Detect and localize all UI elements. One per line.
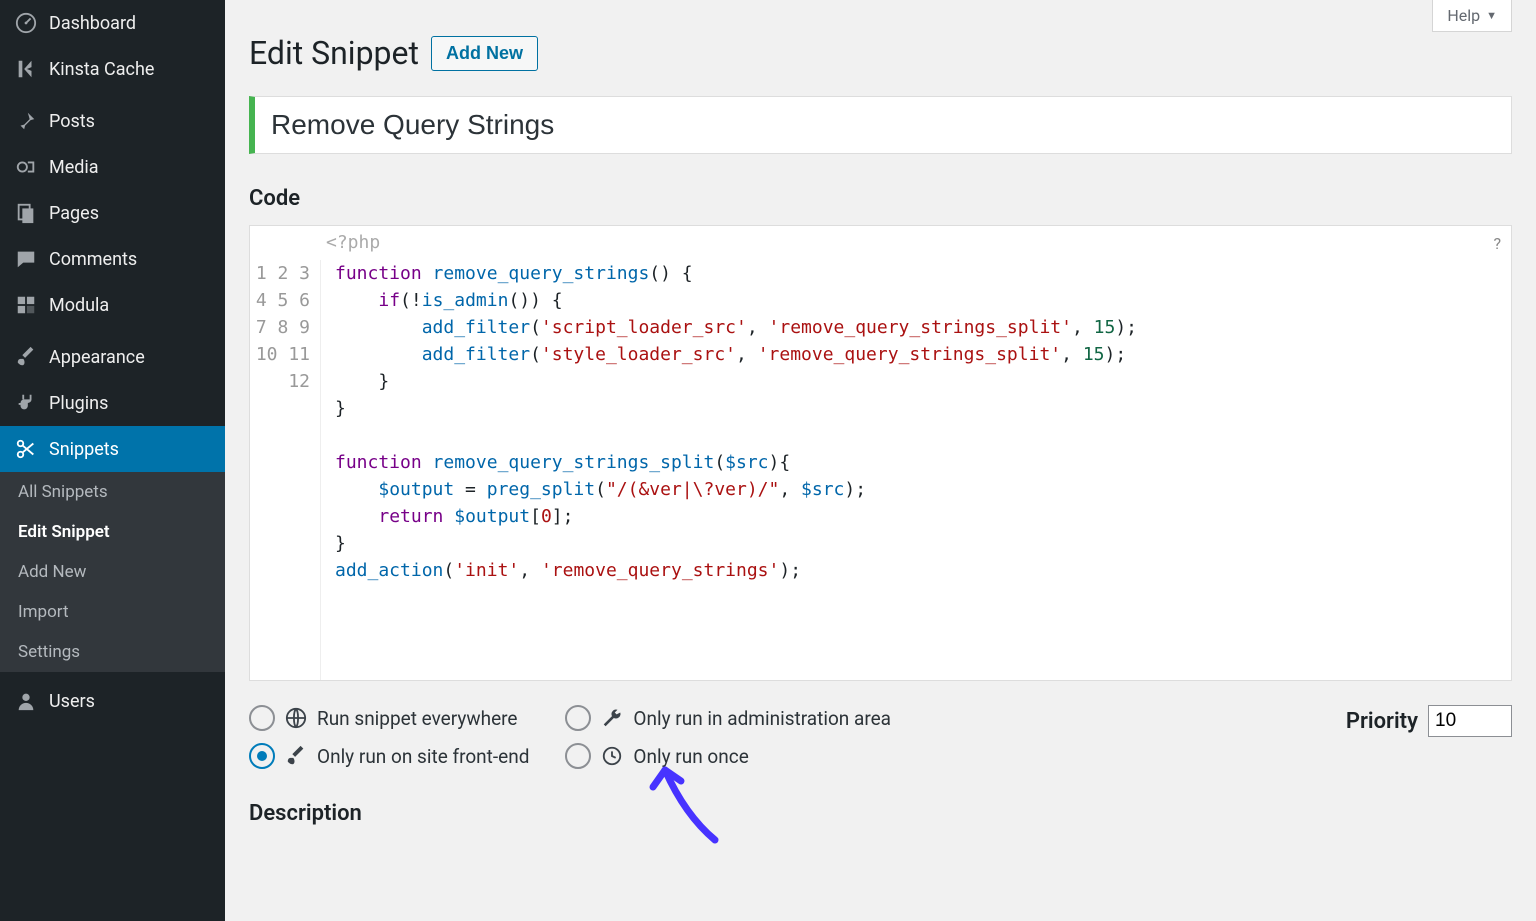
code-content[interactable]: function remove_query_strings() { if(!is…	[321, 260, 1511, 680]
plug-icon	[14, 391, 38, 415]
wrench-icon	[601, 707, 623, 729]
comments-icon	[14, 247, 38, 271]
sidebar-item-label: Users	[49, 691, 95, 712]
sidebar-item-label: Kinsta Cache	[49, 59, 154, 80]
radio-icon	[249, 705, 275, 731]
line-numbers: 1 2 3 4 5 6 7 8 9 10 11 12	[250, 260, 321, 680]
sidebar-item-modula[interactable]: Modula	[0, 282, 225, 328]
help-label: Help	[1447, 6, 1480, 25]
pin-icon	[14, 109, 38, 133]
radio-icon	[565, 743, 591, 769]
sidebar-item-label: Snippets	[49, 439, 119, 460]
submenu-all-snippets[interactable]: All Snippets	[0, 472, 225, 512]
sidebar-item-label: Posts	[49, 111, 95, 132]
sidebar-item-plugins[interactable]: Plugins	[0, 380, 225, 426]
sidebar-item-label: Plugins	[49, 393, 108, 414]
main-content: Help ▼ Edit Snippet Add New Code <?php ?…	[225, 0, 1536, 921]
sidebar-item-appearance[interactable]: Appearance	[0, 334, 225, 380]
clock-icon	[601, 745, 623, 767]
run-scope-options: Run snippet everywhere Only run in admin…	[249, 705, 891, 769]
user-icon	[14, 689, 38, 713]
code-heading: Code	[249, 186, 1512, 211]
pages-icon	[14, 201, 38, 225]
submenu-settings[interactable]: Settings	[0, 632, 225, 672]
sidebar-item-comments[interactable]: Comments	[0, 236, 225, 282]
option-label: Only run on site front-end	[317, 745, 529, 768]
sidebar-item-posts[interactable]: Posts	[0, 98, 225, 144]
code-editor[interactable]: <?php ? 1 2 3 4 5 6 7 8 9 10 11 12 funct…	[249, 225, 1512, 681]
option-label: Only run once	[633, 745, 748, 768]
add-new-button[interactable]: Add New	[431, 36, 538, 71]
media-icon	[14, 155, 38, 179]
dashboard-icon	[14, 11, 38, 35]
brush-icon	[285, 745, 307, 767]
modula-icon	[14, 293, 38, 317]
run-everywhere-option[interactable]: Run snippet everywhere	[249, 705, 529, 731]
help-tab[interactable]: Help ▼	[1432, 0, 1512, 32]
submenu-add-new[interactable]: Add New	[0, 552, 225, 592]
submenu-edit-snippet[interactable]: Edit Snippet	[0, 512, 225, 552]
snippets-submenu: All Snippets Edit Snippet Add New Import…	[0, 472, 225, 672]
sidebar-item-snippets[interactable]: Snippets	[0, 426, 225, 472]
priority-field: Priority	[1346, 705, 1512, 737]
sidebar-item-label: Dashboard	[49, 13, 136, 34]
radio-icon	[249, 743, 275, 769]
kinsta-icon	[14, 57, 38, 81]
php-open-tag: <?php	[326, 232, 380, 253]
run-once-option[interactable]: Only run once	[565, 743, 891, 769]
priority-input[interactable]	[1428, 705, 1512, 737]
sidebar-item-dashboard[interactable]: Dashboard	[0, 0, 225, 46]
priority-label: Priority	[1346, 709, 1418, 734]
option-label: Run snippet everywhere	[317, 707, 518, 730]
sidebar-item-media[interactable]: Media	[0, 144, 225, 190]
sidebar-item-kinsta[interactable]: Kinsta Cache	[0, 46, 225, 92]
help-tooltip-icon[interactable]: ?	[1493, 234, 1501, 253]
run-admin-option[interactable]: Only run in administration area	[565, 705, 891, 731]
brush-icon	[14, 345, 38, 369]
radio-icon	[565, 705, 591, 731]
sidebar-item-label: Modula	[49, 295, 109, 316]
chevron-down-icon: ▼	[1486, 9, 1497, 22]
snippet-title-input[interactable]	[249, 96, 1512, 154]
sidebar-item-label: Appearance	[49, 347, 145, 368]
page-title: Edit Snippet	[249, 34, 419, 72]
scissors-icon	[14, 437, 38, 461]
description-heading: Description	[249, 801, 1512, 826]
sidebar-item-users[interactable]: Users	[0, 678, 225, 724]
option-label: Only run in administration area	[633, 707, 891, 730]
admin-sidebar: Dashboard Kinsta Cache Posts Media	[0, 0, 225, 921]
submenu-import[interactable]: Import	[0, 592, 225, 632]
sidebar-item-pages[interactable]: Pages	[0, 190, 225, 236]
globe-icon	[285, 707, 307, 729]
sidebar-item-label: Comments	[49, 249, 137, 270]
run-frontend-option[interactable]: Only run on site front-end	[249, 743, 529, 769]
sidebar-item-label: Media	[49, 157, 99, 178]
sidebar-item-label: Pages	[49, 203, 99, 224]
